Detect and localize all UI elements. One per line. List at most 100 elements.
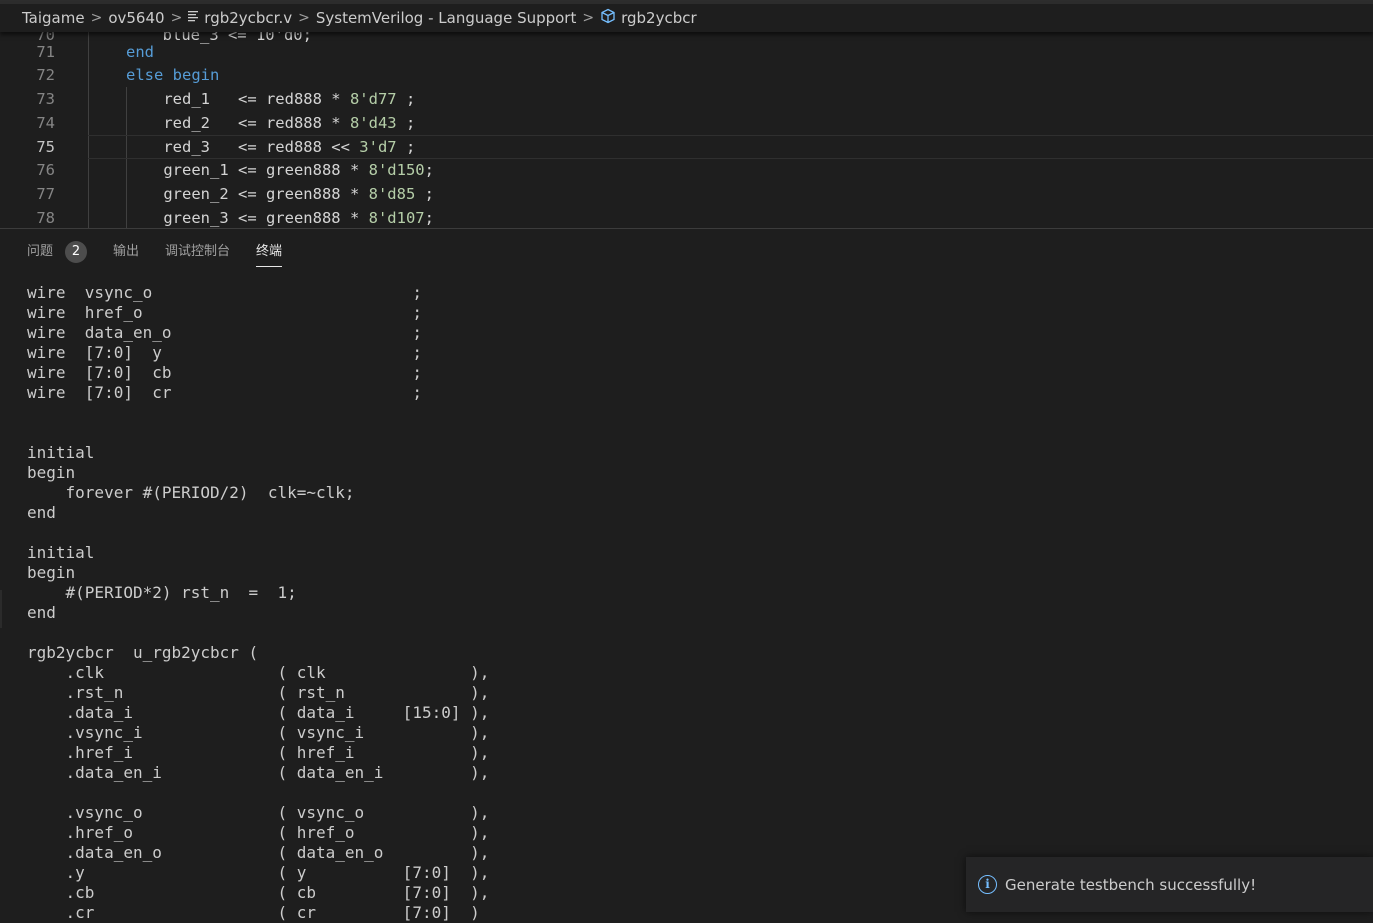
- line-number: 71: [36, 43, 55, 61]
- terminal-line: end: [27, 603, 56, 622]
- code-token: ;: [396, 90, 416, 108]
- tab-problems-label: 问题: [27, 244, 54, 259]
- line-number: 74: [36, 114, 55, 132]
- terminal-line: wire [7:0] y ;: [27, 343, 422, 362]
- code-token: green_3 <= green888 *: [126, 209, 369, 227]
- terminal-line: .href_o ( href_o ),: [27, 823, 490, 842]
- module-cube-icon: [600, 8, 616, 28]
- code-token: end: [126, 43, 154, 61]
- code-line[interactable]: 76 green_1 <= green888 * 8'd150;: [0, 158, 1373, 182]
- terminal-line: begin: [27, 563, 76, 582]
- bottom-panel: 问题 2 输出 调试控制台 终端 wire vsync_o ; wire href…: [0, 229, 1373, 923]
- code-text: green_2 <= green888 * 8'd85 ;: [126, 182, 434, 206]
- tab-debug-console-label: 调试控制台: [165, 244, 231, 259]
- code-token: red_1 <= red888 *: [126, 90, 350, 108]
- breadcrumb-item-folder[interactable]: Taigame: [22, 9, 85, 27]
- code-token: 8'd85: [368, 185, 416, 203]
- code-text: green_1 <= green888 * 8'd150;: [126, 158, 434, 182]
- panel-tabs: 问题 2 输出 调试控制台 终端: [27, 239, 308, 267]
- code-line[interactable]: 75 red_3 <= red888 << 3'd7 ;: [0, 135, 1373, 159]
- code-token: 8'd107: [368, 209, 425, 227]
- terminal-line: end: [27, 503, 56, 522]
- terminal-line: wire vsync_o ;: [27, 283, 422, 302]
- terminal-line: .data_en_i ( data_en_i ),: [27, 763, 490, 782]
- terminal-line: .vsync_i ( vsync_i ),: [27, 723, 490, 742]
- file-lines-icon: [188, 10, 199, 26]
- breadcrumb-item-subfolder[interactable]: ov5640: [108, 9, 164, 27]
- code-text: end: [126, 40, 154, 64]
- code-token: red_3 <= red888 <<: [126, 138, 360, 156]
- breadcrumb-separator: >: [90, 10, 103, 26]
- tab-terminal-label: 终端: [256, 244, 283, 259]
- terminal-line: begin: [27, 463, 76, 482]
- notification-message: Generate testbench successfully!: [1005, 875, 1257, 894]
- line-number: 76: [36, 161, 55, 179]
- code-token: 8'd77: [349, 90, 397, 108]
- code-token: ;: [396, 114, 416, 132]
- terminal-line: initial: [27, 543, 95, 562]
- code-line[interactable]: 78 green_3 <= green888 * 8'd107;: [0, 206, 1373, 229]
- info-icon: i: [978, 875, 997, 894]
- code-line[interactable]: 72 else begin: [0, 63, 1373, 87]
- code-token: ;: [396, 138, 416, 156]
- terminal-line: .clk ( clk ),: [27, 663, 490, 682]
- code-token: ;: [424, 209, 434, 227]
- code-token: 8'd43: [349, 114, 397, 132]
- terminal-line: .vsync_o ( vsync_o ),: [27, 803, 490, 822]
- code-token: begin: [172, 66, 220, 84]
- terminal-line: wire data_en_o ;: [27, 323, 422, 342]
- code-line[interactable]: 74 red_2 <= red888 * 8'd43 ;: [0, 111, 1373, 135]
- problems-count-badge: 2: [65, 241, 88, 263]
- code-text: red_3 <= red888 << 3'd7 ;: [126, 135, 415, 159]
- terminal-line: initial: [27, 443, 95, 462]
- breadcrumb: Taigame > ov5640 > rgb2ycbcr.v > SystemV…: [0, 4, 1373, 32]
- code-token: green_2 <= green888 *: [126, 185, 369, 203]
- terminal-scroll-marker: [0, 590, 2, 628]
- terminal-line: .data_i ( data_i [15:0] ),: [27, 703, 490, 722]
- terminal-line: wire [7:0] cr ;: [27, 383, 422, 402]
- tab-terminal[interactable]: 终端: [256, 239, 283, 267]
- notification-toast[interactable]: i Generate testbench successfully!: [966, 857, 1373, 912]
- code-token: ;: [424, 161, 434, 179]
- code-text: red_1 <= red888 * 8'd77 ;: [126, 87, 415, 111]
- code-line[interactable]: 71 end: [0, 40, 1373, 64]
- code-line[interactable]: 73 red_1 <= red888 * 8'd77 ;: [0, 87, 1373, 111]
- terminal-line: wire href_o ;: [27, 303, 422, 322]
- tab-output[interactable]: 输出: [113, 239, 139, 265]
- breadcrumb-item-language[interactable]: SystemVerilog - Language Support: [316, 9, 577, 27]
- breadcrumb-item-file[interactable]: rgb2ycbcr.v: [204, 9, 292, 27]
- code-text: else begin: [126, 63, 219, 87]
- line-number: 77: [36, 185, 55, 203]
- line-number: 75: [36, 138, 55, 156]
- code-token: green_1 <= green888 *: [126, 161, 369, 179]
- code-token: else: [126, 66, 164, 84]
- code-token: 3'd7: [359, 138, 397, 156]
- code-editor[interactable]: 70 blue_3 <= 10'd0; 71 end 72 else begin 73 r…: [0, 32, 1373, 229]
- breadcrumb-separator: >: [298, 10, 310, 26]
- code-token: ;: [415, 185, 434, 203]
- code-line[interactable]: 77 green_2 <= green888 * 8'd85 ;: [0, 182, 1373, 206]
- terminal-line: #(PERIOD*2) rst_n = 1;: [27, 583, 297, 602]
- tab-problems[interactable]: 问题 2: [27, 239, 88, 265]
- breadcrumb-item-module[interactable]: rgb2ycbcr: [621, 9, 697, 27]
- terminal-line: rgb2ycbcr u_rgb2ycbcr (: [27, 643, 259, 662]
- code-token: red_2 <= red888 *: [126, 114, 350, 132]
- line-number: 78: [36, 209, 55, 227]
- terminal-line: wire [7:0] cb ;: [27, 363, 422, 382]
- tab-output-label: 输出: [113, 244, 140, 259]
- line-number: 73: [36, 90, 55, 108]
- terminal-line: .rst_n ( rst_n ),: [27, 683, 490, 702]
- breadcrumb-separator: >: [170, 10, 183, 26]
- breadcrumb-separator: >: [582, 10, 595, 26]
- tab-debug-console[interactable]: 调试控制台: [165, 239, 230, 265]
- terminal-line: .href_i ( href_i ),: [27, 743, 490, 762]
- code-text: red_2 <= red888 * 8'd43 ;: [126, 111, 415, 135]
- terminal-output[interactable]: wire vsync_o ; wire href_o ; wire data_en_…: [27, 283, 1327, 923]
- code-token: 8'd150: [368, 161, 425, 179]
